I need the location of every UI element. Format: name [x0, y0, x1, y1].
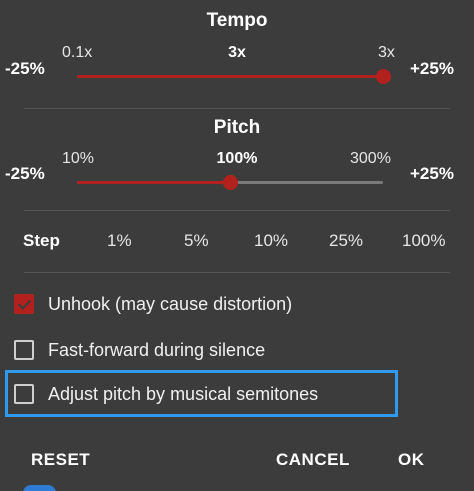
tempo-current-tick: 3x	[228, 44, 246, 61]
tempo-slider[interactable]	[77, 66, 391, 86]
step-option-5[interactable]: 5%	[184, 231, 209, 251]
divider-pitch-step	[24, 210, 450, 211]
step-option-10[interactable]: 10%	[254, 231, 288, 251]
semitones-checkbox[interactable]	[14, 384, 34, 404]
semitones-option[interactable]: Adjust pitch by musical semitones	[14, 380, 318, 408]
semitones-label: Adjust pitch by musical semitones	[48, 383, 319, 404]
unhook-checkbox[interactable]	[14, 294, 34, 314]
pitch-minus-button[interactable]: -25%	[5, 164, 45, 184]
pitch-title: Pitch	[213, 117, 261, 138]
unhook-label: Unhook (may cause distortion)	[48, 293, 293, 314]
playback-speed-dialog: Tempo 0.1x 3x 3x -25% +25% Pitch 10% 100…	[0, 0, 474, 491]
pitch-max-tick: 300%	[350, 150, 391, 167]
tempo-title: Tempo	[206, 10, 268, 31]
tempo-track-active	[77, 75, 383, 78]
step-option-25[interactable]: 25%	[329, 231, 363, 251]
unhook-option[interactable]: Unhook (may cause distortion)	[14, 290, 292, 318]
tempo-slider-thumb[interactable]	[376, 69, 391, 84]
step-option-100[interactable]: 100%	[402, 231, 445, 251]
pitch-current-tick: 100%	[216, 150, 258, 167]
fast-forward-label: Fast-forward during silence	[48, 339, 266, 360]
tempo-minus-button[interactable]: -25%	[5, 59, 45, 79]
cancel-button[interactable]: CANCEL	[276, 450, 350, 470]
divider-tempo-pitch	[24, 108, 450, 109]
step-option-1[interactable]: 1%	[107, 231, 132, 251]
ok-button[interactable]: OK	[398, 450, 425, 470]
divider-step-options	[24, 272, 450, 273]
pitch-slider-thumb[interactable]	[223, 175, 238, 190]
pitch-slider[interactable]	[77, 172, 383, 192]
tempo-plus-button[interactable]: +25%	[410, 59, 454, 79]
step-label: Step	[23, 231, 60, 250]
fast-forward-option[interactable]: Fast-forward during silence	[14, 336, 265, 364]
pitch-plus-button[interactable]: +25%	[410, 164, 454, 184]
pitch-track-active	[77, 181, 230, 184]
tempo-max-tick: 3x	[378, 44, 395, 61]
reset-button[interactable]: RESET	[31, 450, 90, 470]
step-row: Step 1% 5% 10% 25% 100%	[0, 231, 474, 255]
nav-handle	[23, 485, 56, 491]
fast-forward-checkbox[interactable]	[14, 340, 34, 360]
